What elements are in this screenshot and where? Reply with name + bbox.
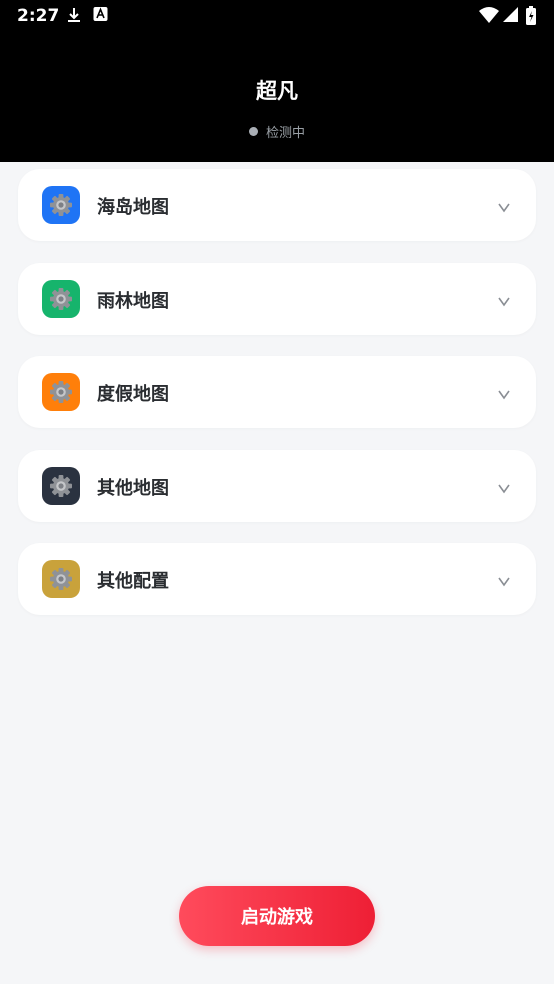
status-bar: 2:27 xyxy=(0,0,554,30)
section-label: 雨林地图 xyxy=(97,291,169,312)
wifi-icon xyxy=(478,6,500,28)
section-label: 海岛地图 xyxy=(97,197,169,218)
gear-icon xyxy=(42,186,80,224)
section-card-other-maps[interactable]: 其他地图 xyxy=(18,450,536,522)
header: 2:27 超凡 检测中 xyxy=(0,0,554,162)
section-card-vacation-map[interactable]: 度假地图 xyxy=(18,356,536,428)
a-icon xyxy=(93,6,108,26)
chevron-down-icon xyxy=(496,573,512,589)
detect-status: 检测中 xyxy=(0,122,554,141)
gear-icon xyxy=(42,467,80,505)
chevron-down-icon xyxy=(496,293,512,309)
section-label: 其他配置 xyxy=(97,571,169,592)
start-game-button[interactable]: 启动游戏 xyxy=(179,886,375,946)
chevron-down-icon xyxy=(496,480,512,496)
battery-icon xyxy=(526,6,536,29)
chevron-down-icon xyxy=(496,199,512,215)
section-card-other-config[interactable]: 其他配置 xyxy=(18,543,536,615)
gear-icon xyxy=(42,280,80,318)
status-dot xyxy=(248,127,258,136)
download-icon xyxy=(66,6,82,28)
status-text: 检测中 xyxy=(265,126,305,141)
signal-icon xyxy=(503,6,518,27)
section-label: 其他地图 xyxy=(97,478,169,499)
section-card-island-map[interactable]: 海岛地图 xyxy=(18,169,536,241)
chevron-down-icon xyxy=(496,386,512,402)
gear-icon xyxy=(42,560,80,598)
section-label: 度假地图 xyxy=(97,384,169,405)
page-title: 超凡 xyxy=(256,79,298,103)
gear-icon xyxy=(42,373,80,411)
status-time: 2:27 xyxy=(17,6,60,26)
section-card-rainforest-map[interactable]: 雨林地图 xyxy=(18,263,536,335)
